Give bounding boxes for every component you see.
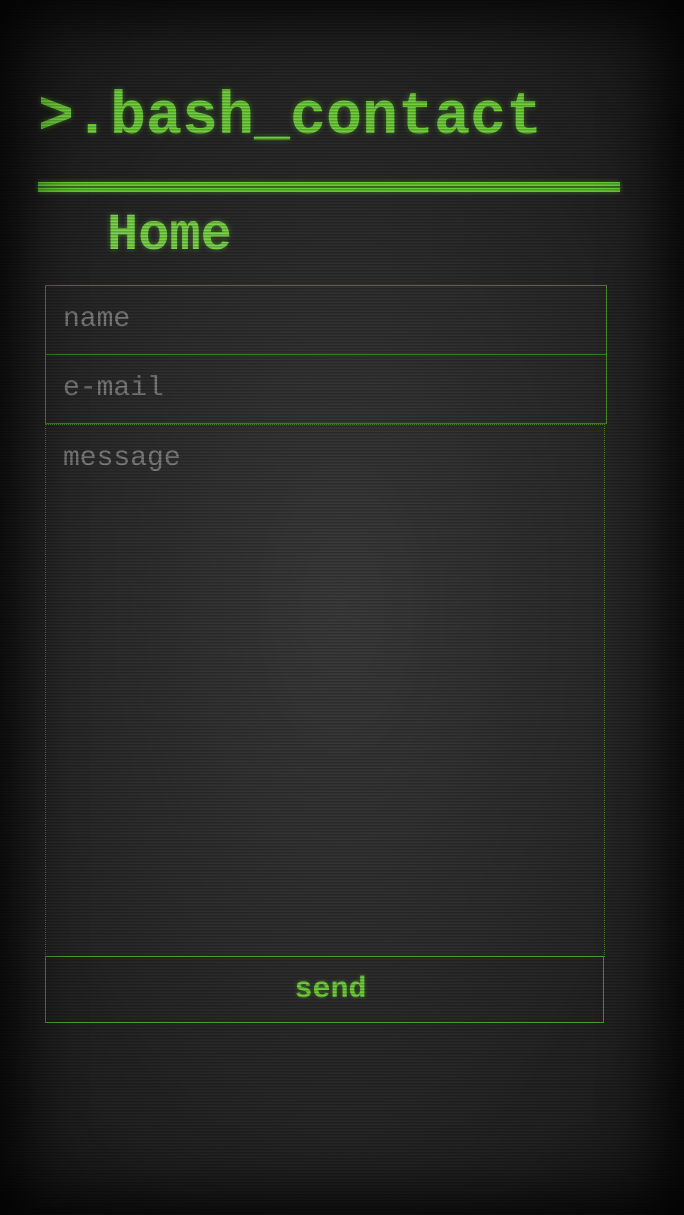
name-field[interactable]	[45, 285, 607, 355]
title-underline	[38, 182, 620, 192]
send-button[interactable]: send	[45, 956, 604, 1023]
crt-screen: >.bash_contact Home send	[0, 0, 684, 1215]
site-title: >.bash_contact	[38, 84, 543, 152]
email-field[interactable]	[45, 354, 607, 424]
home-link[interactable]: Home	[107, 206, 232, 265]
message-field[interactable]	[45, 424, 605, 957]
